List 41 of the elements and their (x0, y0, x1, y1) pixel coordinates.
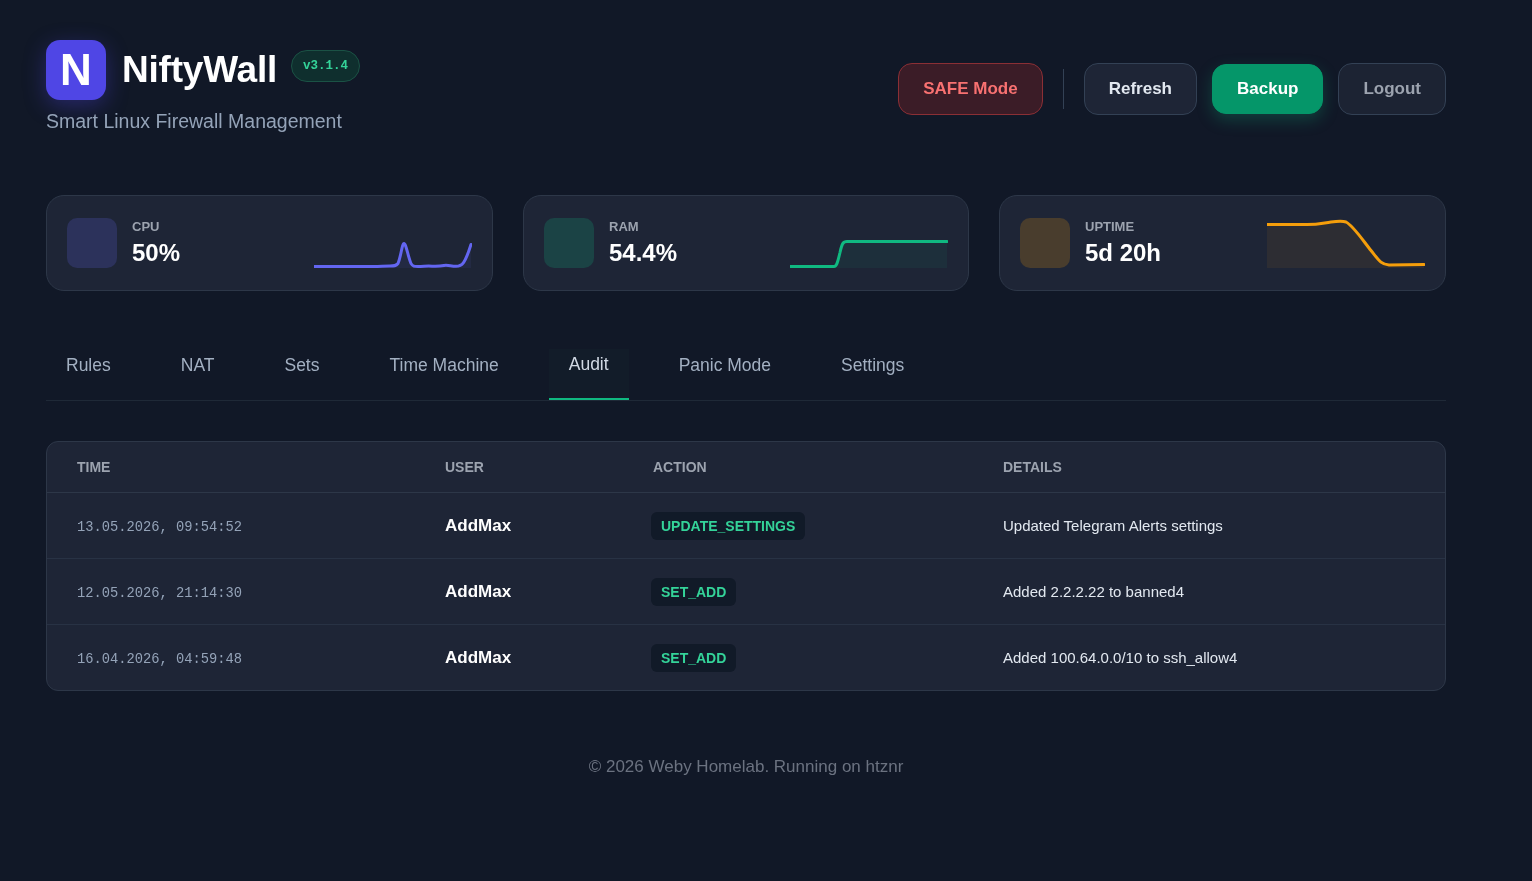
stat-label: UPTIME (1085, 219, 1136, 235)
subtitle: Smart Linux Firewall Management (46, 109, 342, 133)
user-name: AddMax (445, 515, 512, 535)
tab[interactable]: Sets (264, 349, 340, 400)
stat-value: 5d 20h (1085, 239, 1162, 267)
details-text: Added 100.64.0.0/10 to ssh_allow4 (1003, 648, 1238, 666)
details-text: Updated Telegram Alerts settings (1003, 516, 1223, 534)
action-badge: UPDATE_SETTINGS (651, 511, 806, 540)
logout-button[interactable]: Logout (1338, 62, 1446, 115)
blank-tile-icon (544, 218, 594, 268)
stat-value: 54.4% (609, 239, 678, 267)
action-badge: SET_ADD (651, 577, 737, 606)
column-header: ACTION (653, 459, 707, 475)
stat-label: RAM (609, 219, 640, 235)
tab[interactable]: Panic Mode (658, 349, 792, 400)
column-header: TIME (77, 459, 111, 475)
action-badge: SET_ADD (651, 643, 737, 672)
logo: N (46, 40, 106, 100)
stat-value: 50% (132, 239, 181, 267)
column-header: USER (445, 459, 484, 475)
tab[interactable]: Settings (821, 349, 925, 400)
timestamp: 12.05.2026, 21:14:30 (77, 585, 243, 601)
tab[interactable]: Audit (548, 349, 629, 400)
blank-tile-icon (67, 218, 117, 268)
tab[interactable]: Rules (46, 349, 131, 400)
refresh-button[interactable]: Refresh (1083, 62, 1197, 115)
column-header: DETAILS (1003, 459, 1062, 475)
user-name: AddMax (445, 647, 512, 667)
timestamp: 16.04.2026, 04:59:48 (77, 651, 243, 667)
details-text: Added 2.2.2.22 to banned4 (1003, 582, 1184, 600)
user-name: AddMax (445, 581, 512, 601)
footer-text: © 2026 Weby Homelab. Running on htznr (588, 757, 904, 776)
tab[interactable]: Time Machine (369, 349, 519, 400)
version-badge: v3.1.4 (291, 50, 361, 82)
app-title: NiftyWall (122, 48, 278, 92)
stat-label: CPU (132, 219, 161, 235)
tab[interactable]: NAT (160, 349, 235, 400)
blank-tile-icon (1020, 218, 1070, 268)
timestamp: 13.05.2026, 09:54:52 (77, 519, 243, 535)
safe-mode-button[interactable]: SAFE Mode (898, 62, 1043, 115)
backup-button[interactable]: Backup (1212, 63, 1324, 114)
